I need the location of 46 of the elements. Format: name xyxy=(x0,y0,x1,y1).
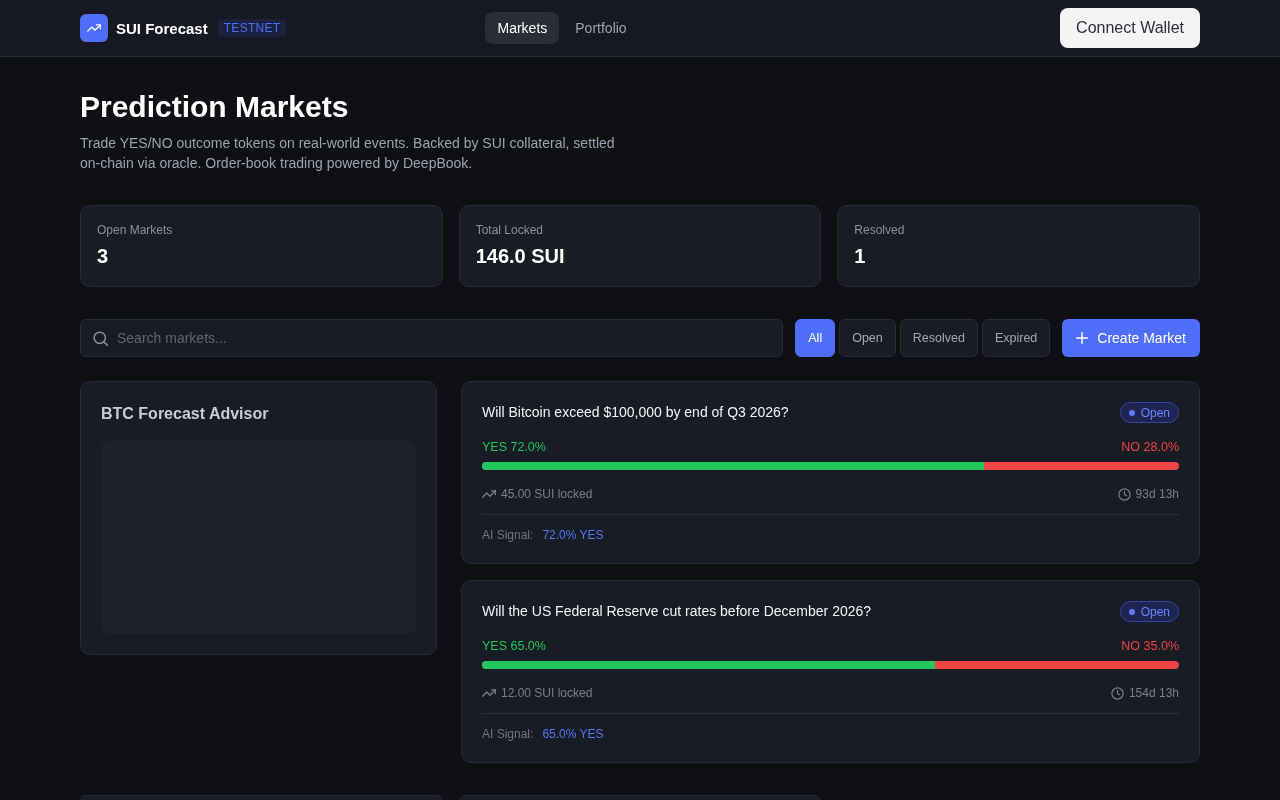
stat-label: Total Locked xyxy=(475,222,545,238)
stat-label: Resolved xyxy=(854,222,906,238)
status-badge: Open xyxy=(1119,402,1179,423)
search-icon xyxy=(93,330,108,346)
dot-icon xyxy=(1128,608,1135,615)
filter-button[interactable]: Resolved xyxy=(899,319,978,357)
status-badge: Open xyxy=(1119,601,1179,622)
market-question: Will the US Federal Reserve cut rates before December 2026? xyxy=(482,602,872,621)
search-field[interactable]: Search markets... xyxy=(80,319,784,357)
time-left: 93d 13h xyxy=(1135,486,1179,502)
locked-amount: 45.00 SUI locked xyxy=(501,486,593,502)
market-card[interactable]: Will Bitcoin exceed $100,000 by end of Q3 2026? Open YES 72.0% NO 28.0% 45.00 SUI locked 93d 13h AI Signal: 72.0% YES xyxy=(461,381,1200,564)
clock-icon xyxy=(1110,686,1124,700)
market-question: Will Bitcoin exceed $100,000 by end of Q3 2026? xyxy=(482,403,789,422)
market-card[interactable]: Will the US Federal Reserve cut rates before December 2026? Open YES 65.0% NO 35.0% 12.00 SUI locked 154d 13h AI Signal: 65.0% YES xyxy=(461,580,1200,763)
signal-label: AI Signal: xyxy=(482,726,534,742)
network-badge: TESTNET xyxy=(217,19,287,37)
brand-name: SUI Forecast xyxy=(116,19,208,37)
nav-tab[interactable]: Portfolio xyxy=(563,12,639,44)
advisor-title: BTC Forecast Advisor xyxy=(101,404,270,424)
filter-button[interactable]: Expired xyxy=(981,319,1051,357)
nav-tab[interactable]: Markets xyxy=(485,12,560,44)
yes-odds: YES 65.0% xyxy=(482,638,546,654)
clock-icon xyxy=(1117,487,1131,501)
filter-button[interactable]: All xyxy=(795,319,836,357)
connect-wallet-button[interactable]: Connect Wallet xyxy=(1060,8,1200,48)
page-title: Prediction Markets xyxy=(80,89,350,125)
locked-amount: 12.00 SUI locked xyxy=(501,685,593,701)
trend-arrow-icon xyxy=(482,490,496,498)
page-description: Trade YES/NO outcome tokens on real-world events. Backed by SUI collateral, settled on-chain via oracle. Order-book trading powered by DeepBook. xyxy=(80,134,616,173)
yes-odds: YES 72.0% xyxy=(482,439,546,455)
stat-value: 146.0 SUI xyxy=(475,244,566,269)
stat-value: 3 xyxy=(97,244,110,269)
filter-button[interactable]: Open xyxy=(839,319,896,357)
trend-arrow-icon xyxy=(482,689,496,697)
stat-value: 1 xyxy=(854,244,867,269)
dot-icon xyxy=(1128,409,1135,416)
create-market-button[interactable]: Create Market xyxy=(1062,319,1200,357)
no-odds: NO 28.0% xyxy=(1121,439,1179,455)
stat-label: Open Markets xyxy=(97,222,174,238)
signal-label: AI Signal: xyxy=(482,527,534,543)
signal-value: 65.0% YES xyxy=(542,726,604,742)
no-odds: NO 35.0% xyxy=(1121,638,1179,654)
plus-icon xyxy=(1076,332,1089,344)
time-left: 154d 13h xyxy=(1128,685,1179,701)
signal-value: 72.0% YES xyxy=(542,527,604,543)
